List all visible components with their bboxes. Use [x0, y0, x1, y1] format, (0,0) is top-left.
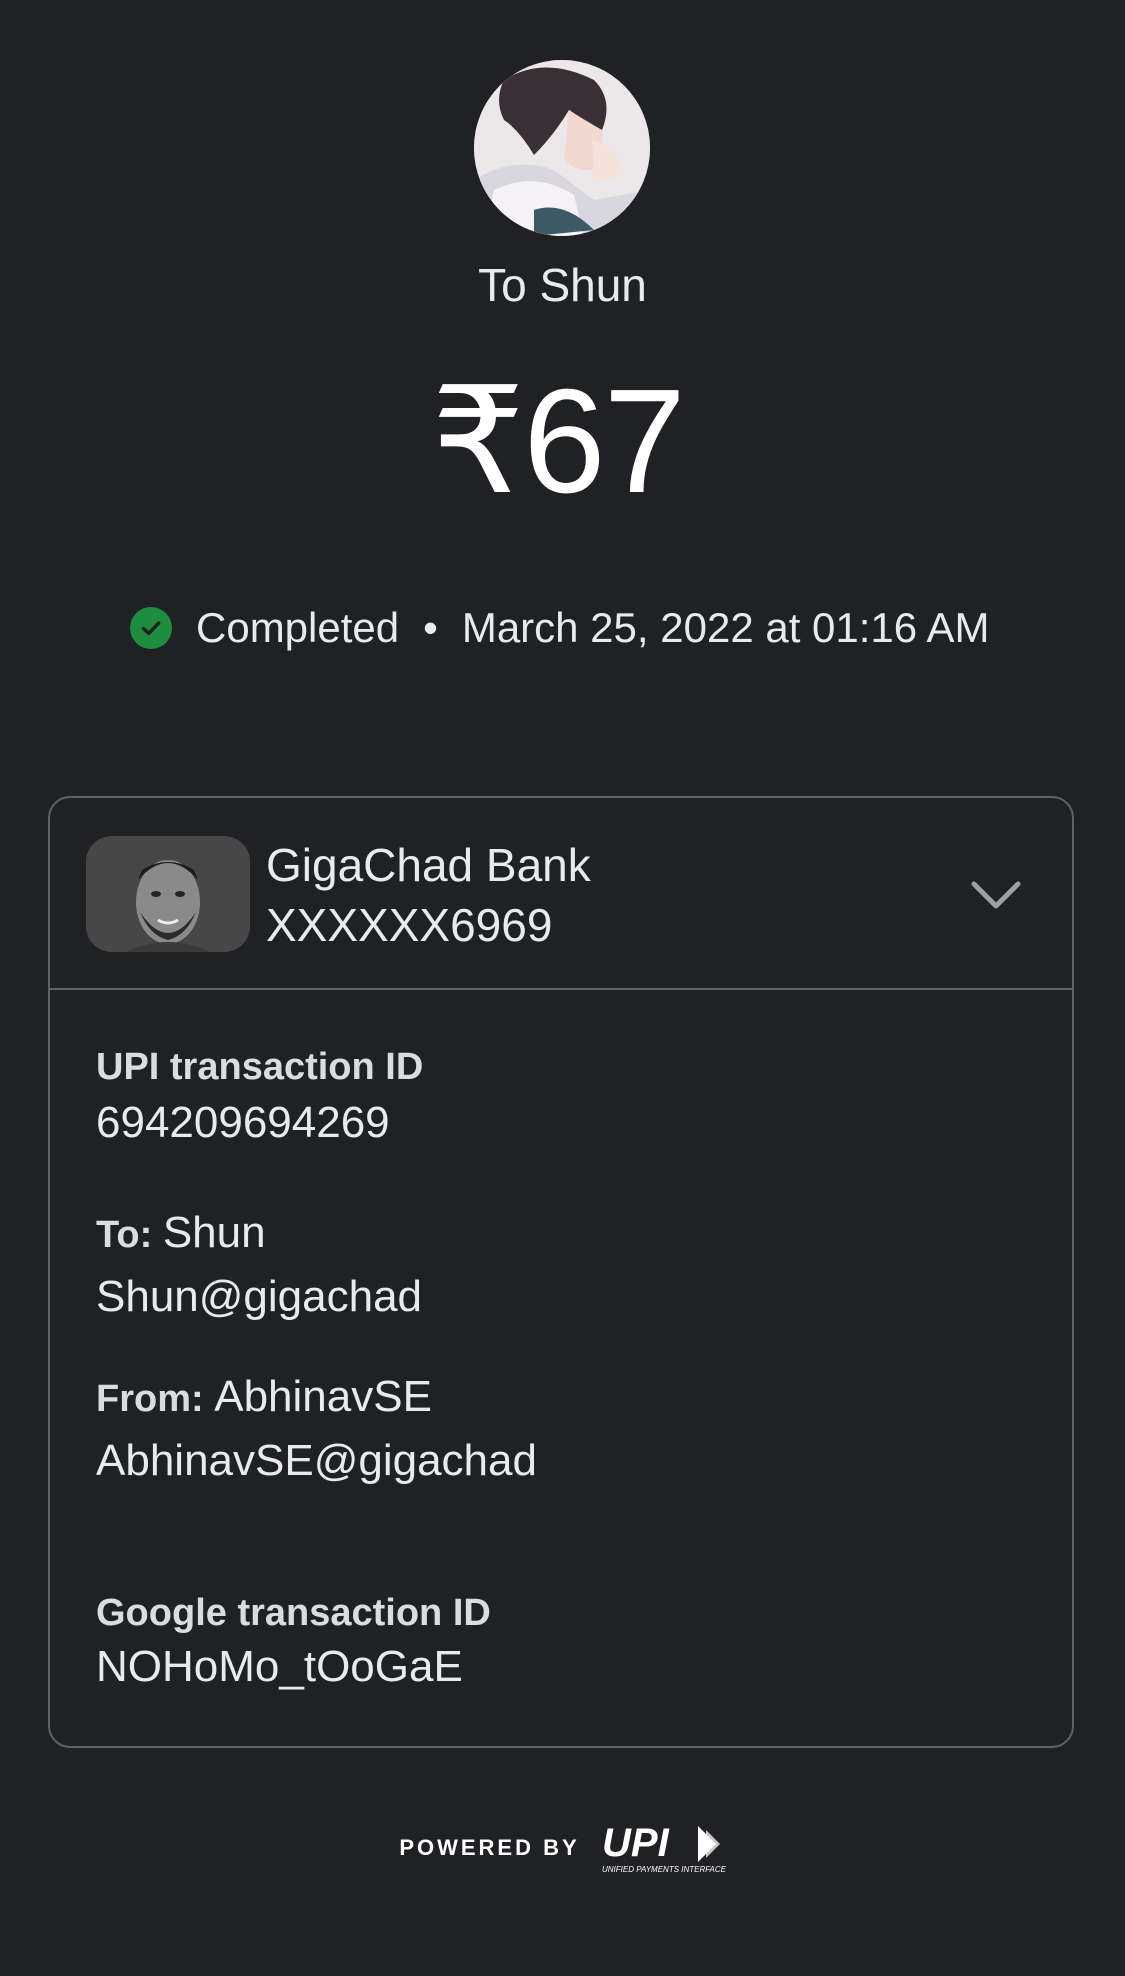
payment-datetime: March 25, 2022 at 01:16 AM — [461, 604, 990, 651]
chevron-down-icon[interactable] — [966, 864, 1026, 924]
to-label-row: To: Shun — [96, 1208, 266, 1258]
powered-by-label: POWERED BY — [399, 1835, 580, 1860]
recipient-name: To Shun — [478, 259, 647, 311]
to-name: Shun — [162, 1208, 266, 1257]
transaction-details-card: GigaChad Bank XXXXXX6969 UPI transaction… — [48, 796, 1074, 1748]
upi-logo-subtext: UNIFIED PAYMENTS INTERFACE — [602, 1865, 726, 1874]
from-name: AbhinavSE — [214, 1372, 432, 1421]
status-separator: • — [423, 604, 438, 651]
google-transaction-id-value[interactable]: NOHoMo_tOoGaE — [96, 1642, 463, 1692]
status-text: Completed — [196, 604, 400, 651]
check-circle-icon — [130, 607, 172, 649]
payment-amount: ₹67 — [431, 359, 686, 524]
payment-status-row: Completed • March 25, 2022 at 01:16 AM — [130, 600, 990, 656]
from-label: From: — [96, 1378, 204, 1420]
bank-account-number: XXXXXX6969 — [266, 899, 553, 951]
profile-avatar-icon — [474, 60, 650, 236]
powered-by-footer: POWERED BY UPI UNIFIED PAYMENTS INTERFAC… — [0, 1818, 1125, 1878]
from-vpa[interactable]: AbhinavSE@gigachad — [96, 1436, 537, 1486]
bank-logo — [86, 836, 250, 952]
bank-account-row[interactable]: GigaChad Bank XXXXXX6969 — [50, 798, 1072, 990]
to-label: To: — [96, 1214, 153, 1256]
upi-transaction-id-value[interactable]: 694209694269 — [96, 1098, 390, 1148]
from-label-row: From: AbhinavSE — [96, 1372, 432, 1422]
upi-logo: UPI UNIFIED PAYMENTS INTERFACE — [598, 1820, 726, 1876]
recipient-avatar[interactable] — [474, 60, 650, 236]
bank-name: GigaChad Bank — [266, 839, 591, 891]
google-transaction-id-label: Google transaction ID — [96, 1592, 491, 1634]
upi-transaction-id-label: UPI transaction ID — [96, 1046, 424, 1088]
to-vpa[interactable]: Shun@gigachad — [96, 1272, 422, 1322]
upi-logo-text: UPI — [602, 1821, 670, 1865]
